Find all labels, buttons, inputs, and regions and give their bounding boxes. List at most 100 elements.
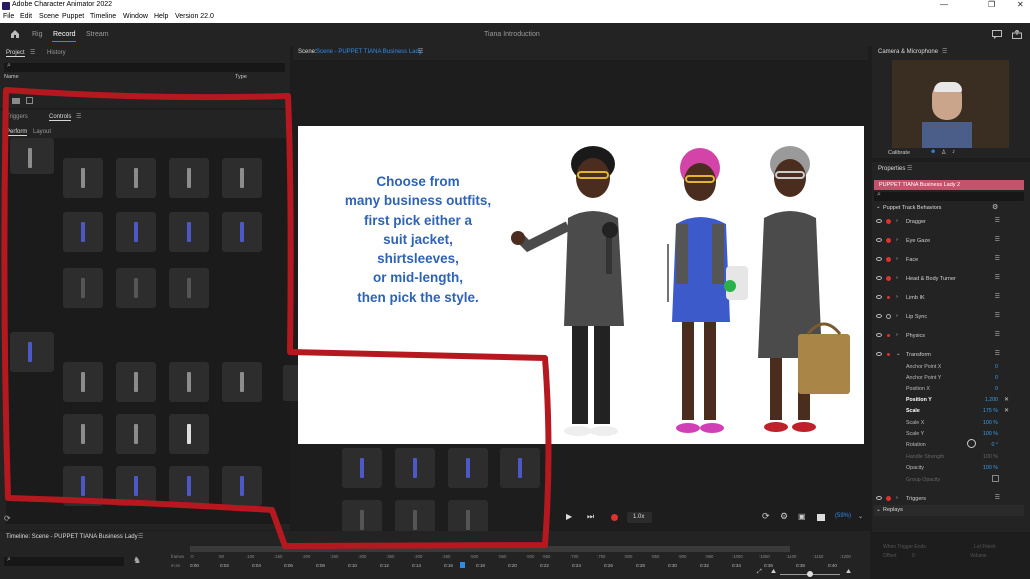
record-arm-icon[interactable] [886,219,891,224]
chevron-right-icon[interactable]: › [896,313,898,319]
trigger-thumb[interactable] [10,332,54,372]
trigger-thumb[interactable] [222,212,262,252]
zoom-value[interactable]: (59%) [835,513,851,519]
refresh-icon[interactable]: ⟳ [4,514,11,523]
trigger-thumb[interactable] [395,448,435,488]
record-arm-icon[interactable] [886,276,891,281]
behavior-lip-sync[interactable]: › Lip Sync ☰ [874,309,1024,326]
subtab-layout[interactable]: Layout [33,129,51,135]
scene-canvas[interactable]: Choose from many business outfits, first… [298,126,864,444]
trigger-thumb[interactable] [169,362,209,402]
menu-scene[interactable]: Scene [39,13,59,20]
new-item-icon[interactable] [26,97,33,104]
zoom-slider-thumb[interactable] [807,571,813,577]
record-arm-icon[interactable] [887,296,890,299]
menu-puppet[interactable]: Puppet [62,13,84,20]
tab-stream[interactable]: Stream [86,31,109,38]
chevron-down-icon[interactable]: ⌄ [896,351,901,357]
rotation-dial[interactable] [967,439,976,448]
puppet-name-bar[interactable]: PUPPET TIANA Business Lady 2 [874,180,1024,190]
trigger-thumb[interactable] [169,466,209,506]
eye-icon[interactable] [876,295,882,299]
trigger-thumb[interactable] [169,414,209,454]
chevron-right-icon[interactable]: › [896,275,898,281]
trigger-thumb[interactable] [63,414,103,454]
eye-icon[interactable] [876,333,882,337]
section-puppet-track-behaviors[interactable]: Puppet Track Behaviors [883,205,941,211]
panel-menu-icon[interactable]: ☰ [30,49,35,56]
trigger-thumb[interactable] [342,448,382,488]
face-icon[interactable]: ☻ [930,149,936,155]
fit-icon[interactable]: ⤢ [757,569,762,576]
trigger-thumb[interactable] [116,466,156,506]
param-anchor-point-x-value[interactable]: 0 [970,364,998,370]
scene-title-link[interactable]: Scene - PUPPET TIANA Business Lady [316,49,422,55]
behavior-transform[interactable]: ⌄ Transform ☰ [874,347,1024,364]
panel-menu-icon[interactable]: ☰ [138,533,143,540]
zoom-in-icon[interactable]: ⛰ [846,569,851,576]
chevron-down-icon[interactable]: ⌄ [876,506,881,513]
record-arm-icon[interactable] [887,334,890,337]
refresh-icon[interactable]: ⟳ [762,511,770,522]
add-behavior-icon[interactable]: ⚙ [992,203,998,211]
trigger-thumb[interactable] [222,158,262,198]
chevron-right-icon[interactable]: › [896,294,898,300]
behavior-menu-icon[interactable]: ☰ [995,293,1000,300]
trigger-thumb[interactable] [169,212,209,252]
subtab-perform[interactable]: Perform [6,129,28,136]
behavior-physics[interactable]: › Physics ☰ [874,328,1024,345]
trigger-thumb[interactable] [63,268,103,308]
eye-icon[interactable] [876,257,882,261]
behavior-menu-icon[interactable]: ☰ [995,255,1000,262]
trigger-thumb[interactable] [63,212,103,252]
behavior-menu-icon[interactable]: ☰ [995,494,1000,501]
tab-project[interactable]: Project [6,50,25,57]
param-scale-y-value[interactable]: 100 % [970,431,998,437]
record-arm-icon[interactable] [887,353,890,356]
camera-icon[interactable]: ▣ [798,512,806,521]
tab-controls[interactable]: Controls [49,114,72,121]
menu-edit[interactable]: Edit [20,13,32,20]
body-icon[interactable]: ♙ [941,149,946,156]
home-icon[interactable] [10,29,20,38]
param-position-x-value[interactable]: 0 [970,386,998,392]
behavior-menu-icon[interactable]: ☰ [995,350,1000,357]
record-arm-icon[interactable] [886,257,891,262]
trigger-thumb[interactable] [222,362,262,402]
timeline-search-input[interactable] [4,557,124,566]
trigger-thumb[interactable] [169,158,209,198]
param-rotation-value[interactable]: 0 ° [978,442,998,448]
settings-icon[interactable]: ⚙ [780,511,788,522]
tab-history[interactable]: History [47,50,66,56]
calibrate-button[interactable]: Calibrate [888,150,910,156]
chevron-down-icon[interactable]: ⌄ [858,513,863,520]
trigger-thumb[interactable] [116,212,156,252]
menu-window[interactable]: Window [123,13,148,20]
play-icon[interactable]: ▶ [566,512,572,521]
record-arm-icon[interactable] [886,314,891,319]
panel-menu-icon[interactable]: ☰ [942,48,947,55]
replays-section[interactable]: ⌄ Replays [874,505,1024,516]
eye-icon[interactable] [876,219,882,223]
behavior-eye-gaze[interactable]: › Eye Gaze ☰ [874,233,1024,250]
record-button[interactable] [611,514,618,521]
business-ladies-puppets[interactable] [508,126,864,444]
speed-field[interactable]: 1.0x [627,512,652,523]
project-search-input[interactable] [4,63,285,72]
menu-timeline[interactable]: Timeline [90,13,116,20]
eye-icon[interactable] [876,276,882,280]
chat-icon[interactable] [992,30,1002,39]
chevron-right-icon[interactable]: › [896,256,898,262]
behavior-menu-icon[interactable]: ☰ [995,274,1000,281]
panel-menu-icon[interactable]: ☰ [418,48,423,55]
trigger-thumb[interactable] [116,158,156,198]
export-icon[interactable] [1012,30,1022,39]
clear-icon[interactable]: ✕ [1004,407,1009,414]
work-area-bar[interactable] [190,546,790,552]
trigger-thumb[interactable] [500,448,540,488]
playhead[interactable] [460,562,465,568]
panel-menu-icon[interactable]: ☰ [76,113,81,120]
behavior-limb-ik[interactable]: › Limb IK ☰ [874,290,1024,307]
behavior-menu-icon[interactable]: ☰ [995,217,1000,224]
chevron-right-icon[interactable]: › [896,495,898,501]
